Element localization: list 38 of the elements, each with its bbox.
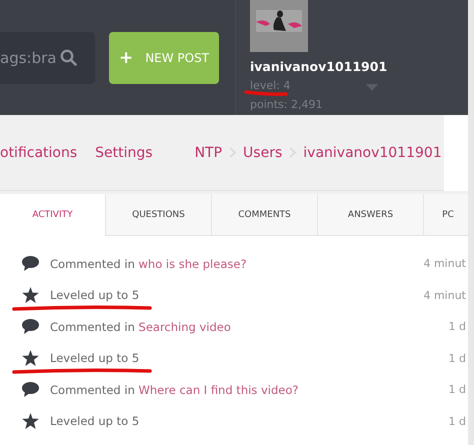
speech-bubble-icon [22, 256, 39, 272]
post-link[interactable]: Where can I find this video? [138, 382, 298, 397]
nav-link[interactable]: otifications [0, 144, 78, 160]
chevron-icon [229, 147, 236, 158]
breadcrumb-link[interactable]: Users [243, 144, 282, 160]
activity-time: 4 minut [423, 257, 467, 270]
activity-text: Commented in who is she please? [50, 256, 247, 271]
activity-text: Leveled up to 5 [50, 414, 140, 428]
tab[interactable]: COMMENTS [212, 194, 318, 236]
user-points: points: 2,491 [250, 98, 322, 111]
activity-text: Commented in Searching video [50, 320, 231, 334]
breadcrumb-link[interactable]: NTP [194, 144, 222, 160]
tab[interactable]: PC [424, 194, 468, 236]
activity-text: Leveled up to 5 [50, 288, 140, 302]
speech-bubble-icon [22, 319, 39, 334]
star-icon [22, 287, 39, 304]
activity-time: 4 minut [423, 288, 467, 302]
star-icon [22, 413, 39, 430]
speech-bubble-icon [22, 382, 39, 398]
activity-time: 1 d [448, 414, 467, 428]
star-icon [22, 350, 39, 366]
username: ivanivanov1011901 [250, 59, 388, 74]
nav-link[interactable]: Settings [95, 144, 153, 160]
tab[interactable]: ANSWERS [318, 194, 424, 236]
activity-time: 1 d [448, 352, 467, 365]
search-icon[interactable] [60, 49, 77, 66]
post-link[interactable]: who is she please? [138, 256, 247, 271]
tab[interactable]: QUESTIONS [106, 194, 212, 236]
search-field[interactable]: ags:bra [0, 32, 95, 84]
tab[interactable]: ACTIVITY [0, 194, 106, 236]
breadcrumb-link[interactable]: ivanivanov1011901 [303, 144, 442, 160]
activity-text: Commented in Where can I find this video? [50, 382, 298, 397]
activity-text: Leveled up to 5 [50, 351, 140, 366]
chevron-icon [289, 147, 296, 158]
activity-time: 1 d [448, 383, 467, 396]
activity-time: 1 d [448, 320, 467, 334]
user-level: level: 4 [250, 79, 290, 92]
post-link[interactable]: Searching video [138, 320, 231, 334]
